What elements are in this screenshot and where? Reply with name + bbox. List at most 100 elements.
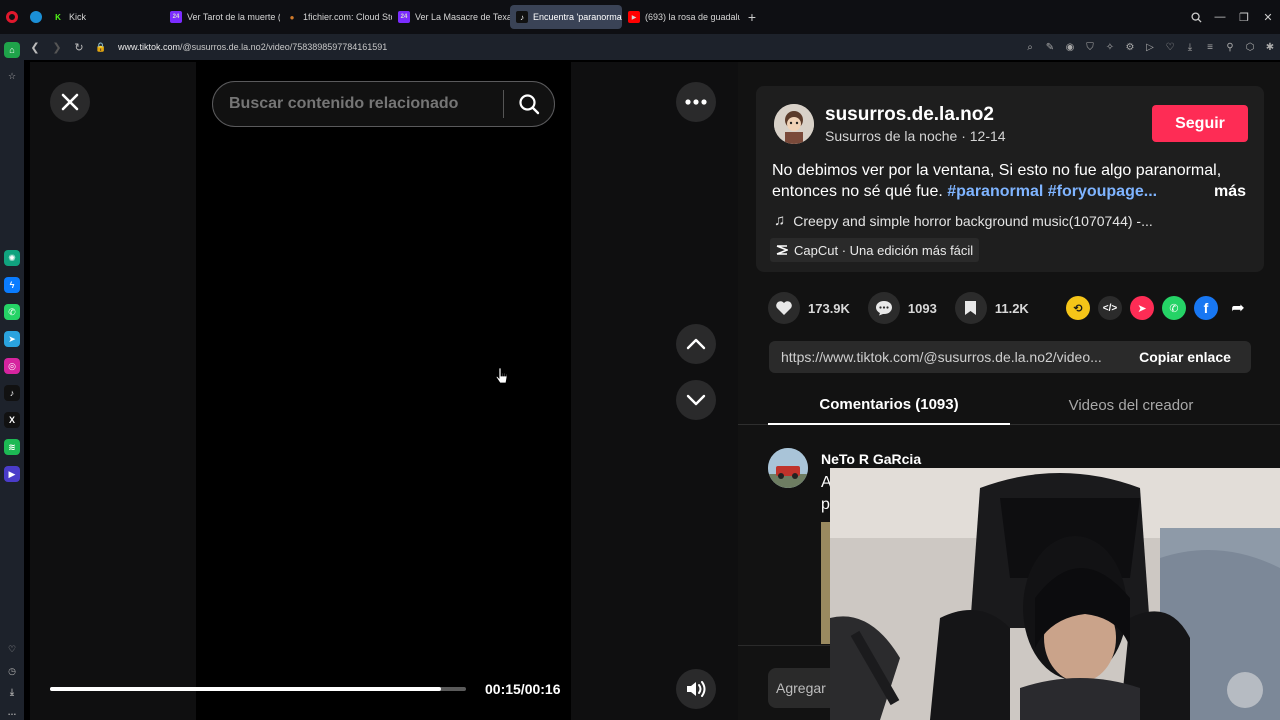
download-icon[interactable]: ⤓ xyxy=(4,684,20,700)
copy-link-button[interactable]: Copiar enlace xyxy=(1119,341,1251,373)
search-input[interactable] xyxy=(213,82,503,126)
download-icon[interactable]: ⤓ xyxy=(1180,34,1200,60)
post-info-card: susurros.de.la.no2 Susurros de la noche … xyxy=(756,86,1264,272)
home-icon[interactable]: ⌂ xyxy=(4,42,20,58)
caption-hashtags[interactable]: #paranormal #foryoupage... xyxy=(947,183,1157,200)
embed-icon[interactable]: </> xyxy=(1098,296,1122,320)
ai-icon[interactable]: ✱ xyxy=(1260,34,1280,60)
tab-tiktok-active[interactable]: ♪ Encuentra 'paranorma xyxy=(510,5,622,29)
avatar[interactable] xyxy=(774,104,814,144)
close-button[interactable] xyxy=(50,82,90,122)
capcut-tag[interactable]: CapCut · Una edición más fácil xyxy=(770,238,980,262)
opera-logo-icon[interactable] xyxy=(0,0,24,34)
restore-icon[interactable]: ❐ xyxy=(1232,0,1256,34)
related-search xyxy=(212,81,555,127)
repost-icon[interactable]: ⟲ xyxy=(1066,296,1090,320)
extension-icon[interactable]: ✧ xyxy=(1100,34,1120,60)
webcam-overlay xyxy=(830,468,1280,720)
close-window-icon[interactable]: ✕ xyxy=(1256,0,1280,34)
more-icon[interactable]: … xyxy=(4,704,20,720)
shield-icon[interactable]: ⛉ xyxy=(1080,34,1100,60)
tab-tarot[interactable]: 24 Ver Tarot de la muerte ( xyxy=(164,5,280,29)
whatsapp-icon[interactable]: ✆ xyxy=(4,304,20,320)
x-icon[interactable]: X xyxy=(4,412,20,428)
tab-favicon-icon: 24 xyxy=(398,11,410,23)
volume-icon xyxy=(687,681,706,697)
video-caption: No debimos ver por la ventana, Si esto n… xyxy=(772,160,1252,202)
username[interactable]: susurros.de.la.no2 xyxy=(825,104,994,126)
back-icon[interactable]: ❮ xyxy=(24,34,46,60)
tab-label: Encuentra 'paranorma xyxy=(533,12,622,22)
more-dots-icon xyxy=(685,99,707,105)
save-button[interactable]: 11.2K xyxy=(954,292,1029,324)
window-controls: — ❐ ✕ xyxy=(1184,0,1280,34)
player-icon[interactable]: ▶ xyxy=(4,466,20,482)
whatsapp-icon[interactable]: ✆ xyxy=(1162,296,1186,320)
menu-icon[interactable]: ≡ xyxy=(1200,34,1220,60)
wallet-icon[interactable]: ⬡ xyxy=(1240,34,1260,60)
tab-kick[interactable]: K Kick xyxy=(46,5,164,29)
video-progress-bar[interactable] xyxy=(50,687,466,691)
search-icon[interactable]: ⌕ xyxy=(1020,34,1040,60)
like-count: 173.9K xyxy=(808,300,850,316)
caption-more-link[interactable]: más xyxy=(1214,181,1246,202)
heart-icon[interactable]: ♡ xyxy=(4,641,20,657)
url-field[interactable]: www.tiktok.com/@susurros.de.la.no2/video… xyxy=(118,42,387,52)
comment-icon xyxy=(867,292,900,324)
music-title: Creepy and simple horror background musi… xyxy=(793,212,1153,229)
commenter-name[interactable]: NeTo R GaRcia xyxy=(821,451,921,467)
chevron-down-icon xyxy=(686,394,706,406)
tab-favicon-icon xyxy=(30,11,42,23)
commenter-avatar[interactable] xyxy=(768,448,808,488)
tab-comments[interactable]: Comentarios (1093) xyxy=(768,385,1010,425)
tab-youtube[interactable]: ▶ (693) la rosa de guadalup xyxy=(622,5,740,29)
facebook-icon[interactable]: f xyxy=(1194,296,1218,320)
tab-creator-videos[interactable]: Videos del creador xyxy=(1010,385,1252,425)
new-tab-icon[interactable]: + xyxy=(740,5,764,29)
engagement-row: 173.9K 1093 11.2K xyxy=(768,292,1047,324)
profile-icon[interactable]: ⚲ xyxy=(1220,34,1240,60)
video-link[interactable]: https://www.tiktok.com/@susurros.de.la.n… xyxy=(769,349,1119,365)
music-row[interactable]: ♫ Creepy and simple horror background mu… xyxy=(774,212,1153,229)
instagram-icon[interactable]: ◎ xyxy=(4,358,20,374)
copy-link-box: https://www.tiktok.com/@susurros.de.la.n… xyxy=(769,341,1251,373)
tab-favicon-icon: 24 xyxy=(170,11,182,23)
heart-icon[interactable]: ♡ xyxy=(1160,34,1180,60)
browser-tabbar: K Kick 24 Ver Tarot de la muerte ( ● 1fi… xyxy=(0,0,1280,34)
like-button[interactable]: 173.9K xyxy=(768,292,850,324)
tab-1fichier[interactable]: ● 1fichier.com: Cloud Storag xyxy=(280,5,392,29)
tiktok-icon[interactable]: ♪ xyxy=(4,385,20,401)
video-pane: 00:15/00:16 xyxy=(30,62,738,720)
close-icon xyxy=(61,93,79,111)
send-icon[interactable]: ➤ xyxy=(1130,296,1154,320)
heart-icon xyxy=(768,292,800,324)
volume-button[interactable] xyxy=(676,669,716,709)
share-arrow-icon[interactable]: ➦ xyxy=(1226,296,1250,320)
play-icon[interactable]: ▷ xyxy=(1140,34,1160,60)
url-host: www.tiktok.com xyxy=(118,42,181,52)
settings-icon[interactable]: ⚙ xyxy=(1120,34,1140,60)
tab-0[interactable] xyxy=(24,5,46,29)
previous-video-button[interactable] xyxy=(676,324,716,364)
tab-masacre[interactable]: 24 Ver La Masacre de Texa xyxy=(392,5,510,29)
more-options-button[interactable] xyxy=(676,82,716,122)
telegram-icon[interactable]: ➤ xyxy=(4,331,20,347)
minimize-icon[interactable]: — xyxy=(1208,0,1232,34)
forward-icon[interactable]: ❯ xyxy=(46,34,68,60)
camera-icon[interactable]: ◉ xyxy=(1060,34,1080,60)
search-icon[interactable] xyxy=(504,81,554,127)
reload-icon[interactable]: ↻ xyxy=(68,34,90,60)
address-toolbar: ⌕ ✎ ◉ ⛉ ✧ ⚙ ▷ ♡ ⤓ ≡ ⚲ ⬡ ✱ xyxy=(1020,34,1280,60)
video-time: 00:15/00:16 xyxy=(485,681,561,697)
follow-button[interactable]: Seguir xyxy=(1152,105,1248,142)
spotify-icon[interactable]: ≋ xyxy=(4,439,20,455)
messenger-icon[interactable]: ϟ xyxy=(4,277,20,293)
edit-icon[interactable]: ✎ xyxy=(1040,34,1060,60)
history-icon[interactable]: ◷ xyxy=(4,663,20,679)
star-icon[interactable]: ☆ xyxy=(4,68,20,84)
next-video-button[interactable] xyxy=(676,380,716,420)
comment-button[interactable]: 1093 xyxy=(867,292,937,324)
search-tabs-icon[interactable] xyxy=(1184,0,1208,34)
chevron-up-icon xyxy=(686,338,706,350)
chatgpt-icon[interactable]: ✺ xyxy=(4,250,20,266)
